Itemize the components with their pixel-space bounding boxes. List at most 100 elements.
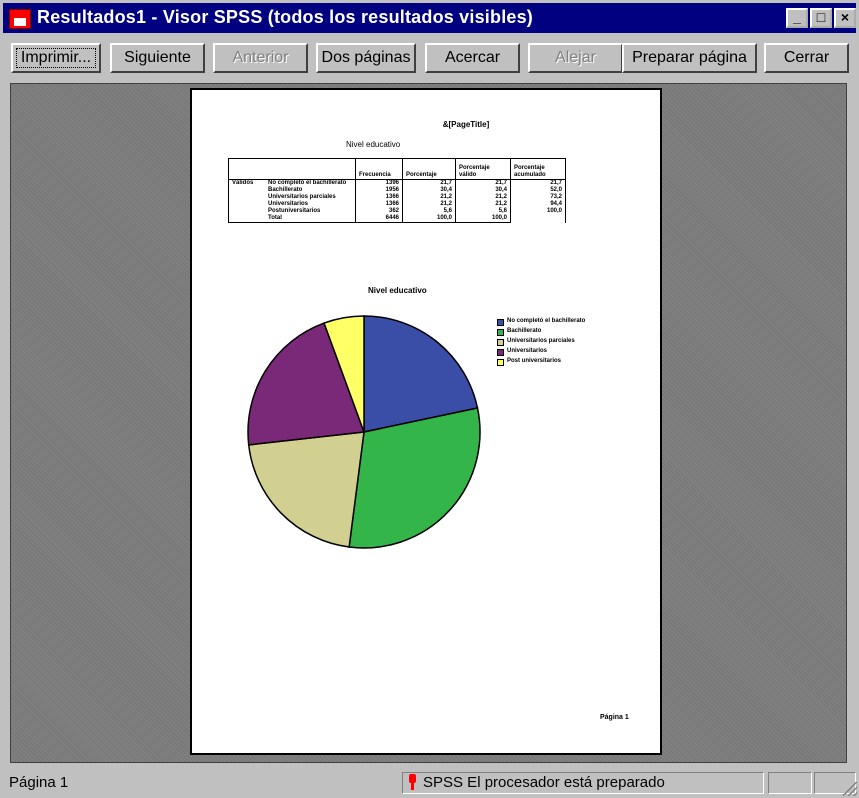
legend-label: Universitarios parciales — [507, 338, 575, 344]
legend-item: Bachillerato — [497, 328, 585, 338]
legend-item: Universitarios parciales — [497, 338, 585, 348]
table-cell: 5,6 — [455, 208, 511, 215]
table-header-row: Frecuencia Porcentaje Porcentaje válido … — [228, 158, 566, 180]
status-page: Página 1 — [9, 774, 69, 791]
table-row: Bachillerato 1956 30,4 30,4 52,0 — [228, 187, 566, 194]
table-cell: 52,0 — [510, 187, 566, 194]
table-cell: 1366 — [355, 194, 403, 201]
table-cell: 21,7 — [402, 179, 456, 187]
table-cell: 30,4 — [402, 187, 456, 194]
title-bar: Resultados1 - Visor SPSS (todos los resu… — [3, 3, 856, 33]
two-pages-label: Dos páginas — [321, 49, 411, 66]
table-header-cell: Porcentaje — [402, 158, 456, 180]
legend-item: Post universitarios — [497, 358, 585, 368]
table-header-cell — [228, 158, 356, 180]
close-preview-label: Cerrar — [783, 49, 830, 66]
table-row: Total 6446 100,0 100,0 — [228, 215, 566, 223]
table-cell — [228, 187, 265, 194]
chart-legend: No completó el bachillerato Bachillerato U… — [497, 318, 585, 368]
table-cell: 1396 — [355, 179, 403, 187]
table-header-cell: Frecuencia — [355, 158, 403, 180]
preview-page: &[PageTitle] Nivel educativo Frecuencia … — [190, 88, 662, 755]
zoom-out-button[interactable]: Alejar — [528, 43, 623, 73]
frequency-table: Frecuencia Porcentaje Porcentaje válido … — [228, 158, 566, 223]
legend-swatch — [497, 319, 504, 326]
table-cell: 30,4 — [455, 187, 511, 194]
pie-slice — [247, 431, 365, 548]
table-cell: Total — [265, 215, 356, 223]
print-preview-toolbar: Imprimir... Siguiente Anterior Dos págin… — [3, 40, 856, 78]
page-title: &[PageTitle] — [442, 120, 490, 129]
table-cell — [228, 215, 265, 223]
maximize-button[interactable]: □ — [810, 8, 832, 28]
table-cell — [510, 215, 566, 223]
processor-status-text: SPSS El procesador está preparado — [423, 774, 665, 791]
table-cell: Universitarios parciales — [268, 194, 336, 200]
table-cell: 100,0 — [455, 215, 511, 223]
table-cell: 100,0 — [402, 215, 456, 223]
print-button[interactable]: Imprimir... — [11, 43, 101, 73]
table-row: Universitarios parciales 1366 21,2 21,2 … — [228, 194, 566, 201]
processor-status-icon — [407, 774, 417, 790]
previous-page-button[interactable]: Anterior — [213, 43, 308, 73]
table-cell: 5,6 — [402, 208, 456, 215]
status-processor: SPSS El procesador está preparado — [402, 772, 764, 794]
table-cell — [228, 194, 265, 201]
table-cell: Postuniversitarios — [268, 208, 321, 214]
table-cell — [228, 208, 265, 215]
table-cell: 21,2 — [402, 194, 456, 201]
legend-swatch — [497, 339, 504, 346]
zoom-in-button[interactable]: Acercar — [425, 43, 520, 73]
table-cell: 21,2 — [402, 201, 456, 208]
status-cell-empty — [768, 772, 812, 794]
table-cell: 73,2 — [510, 194, 566, 201]
legend-label: Bachillerato — [507, 328, 542, 334]
table-cell: 362 — [355, 208, 403, 215]
table-cell: 94,4 — [510, 201, 566, 208]
table-cell: 6446 — [355, 215, 403, 223]
table-cell: No completó el bachillerato — [268, 180, 347, 186]
legend-swatch — [497, 349, 504, 356]
legend-swatch — [497, 359, 504, 366]
zoom-out-label: Alejar — [555, 49, 596, 66]
table-row: Universitarios 1366 21,2 21,2 94,4 — [228, 201, 566, 208]
page-setup-label: Preparar página — [632, 49, 747, 66]
table-row-group-label: Válidos — [228, 179, 265, 187]
spss-viewer-window: Resultados1 - Visor SPSS (todos los resu… — [0, 0, 859, 798]
table-row: Postuniversitarios 362 5,6 5,6 100,0 — [228, 208, 566, 215]
page-setup-button[interactable]: Preparar página — [622, 43, 757, 73]
table-cell: Universitarios — [268, 201, 309, 207]
table-cell: Bachillerato — [268, 187, 303, 193]
table-cell: 21,7 — [510, 179, 566, 187]
close-window-button[interactable]: × — [834, 8, 856, 28]
previous-page-label: Anterior — [232, 49, 289, 66]
legend-item: Universitarios — [497, 348, 585, 358]
legend-item: No completó el bachillerato — [497, 318, 585, 328]
table-cell: 21,2 — [455, 194, 511, 201]
next-page-label: Siguiente — [124, 49, 191, 66]
resize-grip-icon[interactable] — [843, 782, 857, 796]
table-cell: 1366 — [355, 201, 403, 208]
window-title: Resultados1 - Visor SPSS (todos los resu… — [37, 7, 534, 27]
minimize-button[interactable]: _ — [786, 8, 808, 28]
table-cell: 21,7 — [455, 179, 511, 187]
next-page-button[interactable]: Siguiente — [110, 43, 205, 73]
table-cell: 100,0 — [510, 208, 566, 215]
print-button-label: Imprimir... — [20, 49, 92, 66]
table-cell — [228, 201, 265, 208]
table-cell: 1956 — [355, 187, 403, 194]
chart-title: Nivel educativo — [368, 286, 427, 295]
table-header-cell: Porcentaje válido — [455, 158, 511, 180]
status-bar: Página 1 SPSS El procesador está prepara… — [0, 770, 859, 798]
legend-label: No completó el bachillerato — [507, 318, 586, 324]
table-cell: 21,2 — [455, 201, 511, 208]
spss-app-icon[interactable] — [9, 9, 31, 29]
close-preview-button[interactable]: Cerrar — [764, 43, 849, 73]
page-footer: Página 1 — [600, 714, 629, 721]
legend-swatch — [497, 329, 504, 336]
legend-label: Universitarios — [507, 348, 548, 354]
table-header-cell: Porcentaje acumulado — [510, 158, 566, 180]
two-pages-button[interactable]: Dos páginas — [316, 43, 416, 73]
legend-label: Post universitarios — [507, 358, 562, 364]
table-row: Válidos No completó el bachillerato 1396… — [228, 179, 566, 187]
